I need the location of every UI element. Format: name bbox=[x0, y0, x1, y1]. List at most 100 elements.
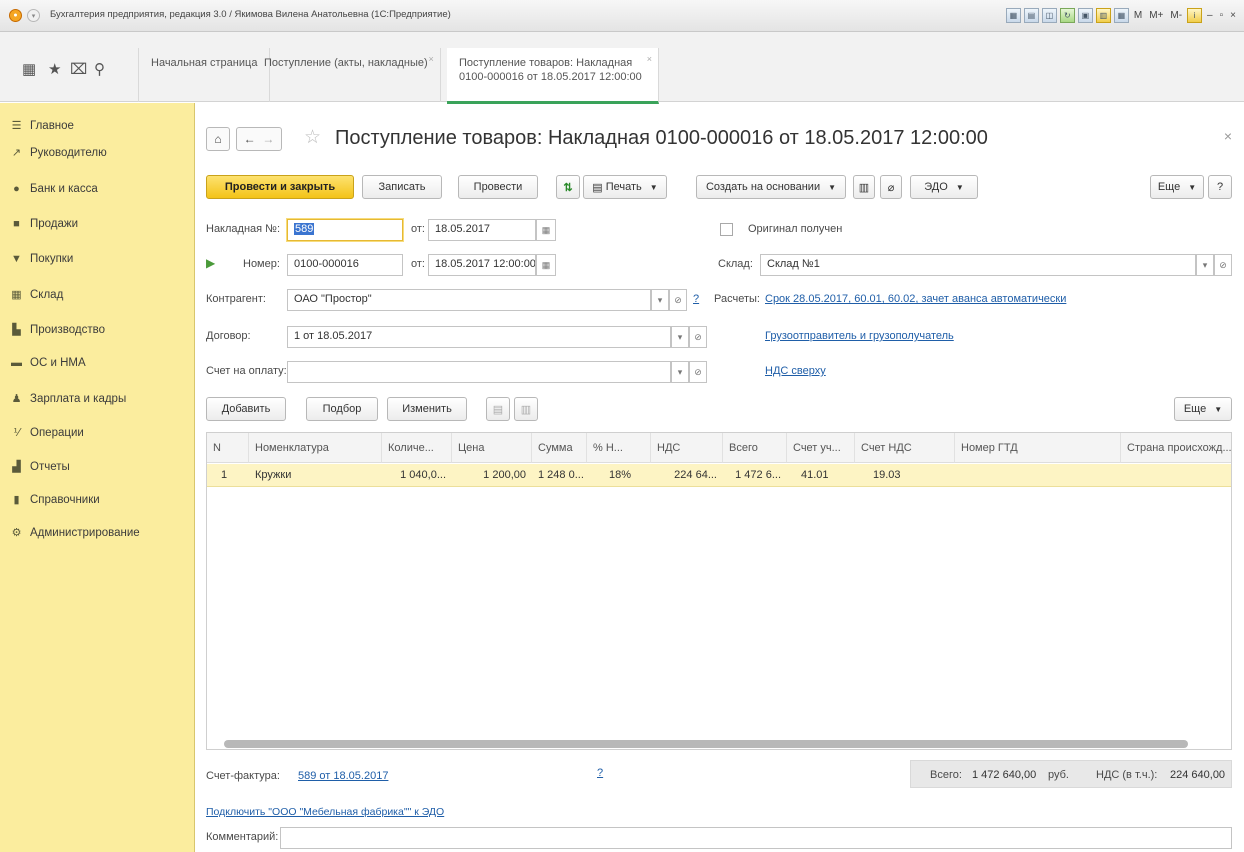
sidebar-item-bank[interactable]: ● Банк и касса bbox=[10, 183, 98, 195]
invoice-link[interactable]: 589 от 18.05.2017 bbox=[298, 770, 388, 782]
forward-arrow-icon[interactable]: → bbox=[262, 132, 274, 146]
settlements-link[interactable]: Срок 28.05.2017, 60.01, 60.02, зачет ава… bbox=[765, 293, 1066, 305]
column-header[interactable]: Счет уч... bbox=[787, 433, 855, 463]
close-form-icon[interactable]: × bbox=[1224, 128, 1232, 144]
close-window-icon[interactable]: × bbox=[1228, 8, 1238, 23]
print-button[interactable]: ▤ Печать ▼ bbox=[583, 175, 667, 199]
calendar-picker-button[interactable]: ▦ bbox=[536, 219, 556, 241]
create-based-on-button[interactable]: Создать на основании ▼ bbox=[696, 175, 846, 199]
invoice-no-input[interactable]: 589 bbox=[287, 219, 403, 241]
calc-icon[interactable]: ▤ bbox=[1023, 8, 1039, 23]
copy-row-button[interactable]: ▤ bbox=[486, 397, 510, 421]
close-tab-icon[interactable]: × bbox=[647, 52, 652, 66]
original-received-checkbox[interactable] bbox=[720, 223, 733, 236]
payment-invoice-input[interactable] bbox=[287, 361, 671, 383]
favorite-star-icon[interactable]: ☆ bbox=[304, 126, 321, 149]
column-header[interactable]: Страна происхожд... bbox=[1121, 433, 1231, 463]
calendar-icon[interactable]: ▣ bbox=[1077, 8, 1093, 23]
window-menu-icon[interactable]: ▾ bbox=[27, 9, 40, 22]
table-more-button[interactable]: Еще ▼ bbox=[1174, 397, 1232, 421]
table-cell[interactable]: 1 248 0... bbox=[532, 464, 587, 487]
table-cell[interactable]: 18% bbox=[603, 464, 651, 487]
warehouse-input[interactable]: Склад №1 bbox=[760, 254, 1196, 276]
maximize-icon[interactable]: ▫ bbox=[1218, 8, 1226, 23]
pick-button[interactable]: Подбор bbox=[306, 397, 378, 421]
vat-on-top-link[interactable]: НДС сверху bbox=[765, 365, 826, 377]
counterparty-dropdown-button[interactable]: ▾ bbox=[651, 289, 669, 311]
invoice-date-input[interactable]: 18.05.2017 bbox=[428, 219, 536, 241]
payment-invoice-dropdown-button[interactable]: ▾ bbox=[671, 361, 689, 383]
history-icon[interactable]: ⌧ bbox=[70, 60, 87, 78]
attach-button[interactable]: ⌀ bbox=[880, 175, 902, 199]
memory-mplus-icon[interactable]: M+ bbox=[1147, 8, 1165, 23]
back-arrow-icon[interactable]: ← bbox=[244, 132, 256, 146]
connect-edo-link[interactable]: Подключить "ООО "Мебельная фабрика"" к Э… bbox=[206, 806, 444, 818]
column-header[interactable]: Цена bbox=[452, 433, 532, 463]
column-header[interactable]: Номенклатура bbox=[249, 433, 382, 463]
table-cell[interactable] bbox=[1121, 464, 1231, 487]
comment-input[interactable] bbox=[280, 827, 1232, 849]
column-header[interactable]: НДС bbox=[651, 433, 723, 463]
sidebar-item-production[interactable]: ▙ Производство bbox=[10, 323, 105, 337]
table-icon[interactable]: ▦ bbox=[1113, 8, 1129, 23]
minimize-icon[interactable]: – bbox=[1205, 8, 1215, 23]
counterparty-help-link[interactable]: ? bbox=[693, 293, 699, 305]
number-input[interactable]: 0100-000016 bbox=[287, 254, 403, 276]
column-header[interactable]: Номер ГТД bbox=[955, 433, 1121, 463]
goods-table[interactable]: N Номенклатура Количе... Цена Сумма % Н.… bbox=[206, 432, 1232, 750]
note-icon[interactable]: ▥ bbox=[1095, 8, 1111, 23]
contract-input[interactable]: 1 от 18.05.2017 bbox=[287, 326, 671, 348]
memory-m-icon[interactable]: M bbox=[1132, 8, 1144, 23]
sidebar-item-assets[interactable]: ▬ ОС и НМА bbox=[10, 357, 86, 369]
add-row-button[interactable]: Добавить bbox=[206, 397, 286, 421]
table-cell[interactable] bbox=[955, 464, 1121, 487]
app-logo-icon[interactable]: ● bbox=[9, 9, 22, 22]
column-header[interactable]: % Н... bbox=[587, 433, 651, 463]
contract-dropdown-button[interactable]: ▾ bbox=[671, 326, 689, 348]
save-button[interactable]: Записать bbox=[362, 175, 442, 199]
table-cell[interactable]: 19.03 bbox=[855, 464, 955, 487]
table-cell[interactable]: 224 64... bbox=[651, 464, 723, 487]
search-icon[interactable]: ⚲ bbox=[94, 60, 105, 78]
column-header[interactable]: N bbox=[207, 433, 249, 463]
table-row[interactable]: 1 Кружки 1 040,0... 1 200,00 1 248 0... … bbox=[207, 464, 1231, 487]
table-cell[interactable]: Кружки bbox=[249, 464, 382, 487]
table-cell[interactable]: 41.01 bbox=[787, 464, 855, 487]
delete-row-button[interactable]: ▥ bbox=[514, 397, 538, 421]
tab-home[interactable]: Начальная страница bbox=[138, 48, 271, 102]
sidebar-item-reports[interactable]: ▟ Отчеты bbox=[10, 460, 70, 474]
number-date-input[interactable]: 18.05.2017 12:00:00 bbox=[428, 254, 536, 276]
favorites-star-icon[interactable]: ★ bbox=[48, 60, 61, 78]
sidebar-item-main[interactable]: ☰ Главное bbox=[10, 119, 74, 133]
sidebar-item-manager[interactable]: ↗ Руководителю bbox=[10, 146, 107, 160]
sidebar-item-admin[interactable]: ⚙ Администрирование bbox=[10, 526, 140, 540]
column-header[interactable]: Счет НДС bbox=[855, 433, 955, 463]
invoice-help-link[interactable]: ? bbox=[597, 767, 603, 779]
info-icon[interactable]: i bbox=[1187, 8, 1203, 23]
post-button[interactable]: Провести bbox=[458, 175, 538, 199]
warehouse-dropdown-button[interactable]: ▾ bbox=[1196, 254, 1214, 276]
counterparty-input[interactable]: ОАО "Простор" bbox=[287, 289, 651, 311]
help-button[interactable]: ? bbox=[1208, 175, 1232, 199]
calendar-picker-button[interactable]: ▦ bbox=[536, 254, 556, 276]
apps-grid-icon[interactable]: ▦ bbox=[22, 60, 36, 78]
column-header[interactable]: Количе... bbox=[382, 433, 452, 463]
post-and-close-button[interactable]: Провести и закрыть bbox=[206, 175, 354, 199]
contract-open-button[interactable]: ⊘ bbox=[689, 326, 707, 348]
sidebar-item-operations[interactable]: ⅟ Операции bbox=[10, 426, 83, 440]
sidebar-item-purchases[interactable]: ▼ Покупки bbox=[10, 253, 73, 265]
close-tab-icon[interactable]: × bbox=[428, 52, 433, 66]
sidebar-item-salary[interactable]: ♟ Зарплата и кадры bbox=[10, 392, 127, 406]
change-button[interactable]: Изменить bbox=[387, 397, 467, 421]
home-button[interactable]: ⌂ bbox=[206, 127, 230, 151]
sidebar-item-catalogs[interactable]: ▮ Справочники bbox=[10, 493, 99, 507]
table-cell[interactable]: 1 472 6... bbox=[723, 464, 787, 487]
payment-invoice-open-button[interactable]: ⊘ bbox=[689, 361, 707, 383]
table-cell[interactable]: 1 bbox=[211, 464, 249, 487]
column-header[interactable]: Сумма bbox=[532, 433, 587, 463]
table-cell[interactable]: 1 040,0... bbox=[382, 464, 452, 487]
search-doc-icon[interactable]: ◫ bbox=[1041, 8, 1057, 23]
sidebar-item-warehouse[interactable]: ▦ Склад bbox=[10, 288, 63, 302]
more-button[interactable]: Еще ▼ bbox=[1150, 175, 1204, 199]
table-cell[interactable]: 1 200,00 bbox=[452, 464, 532, 487]
